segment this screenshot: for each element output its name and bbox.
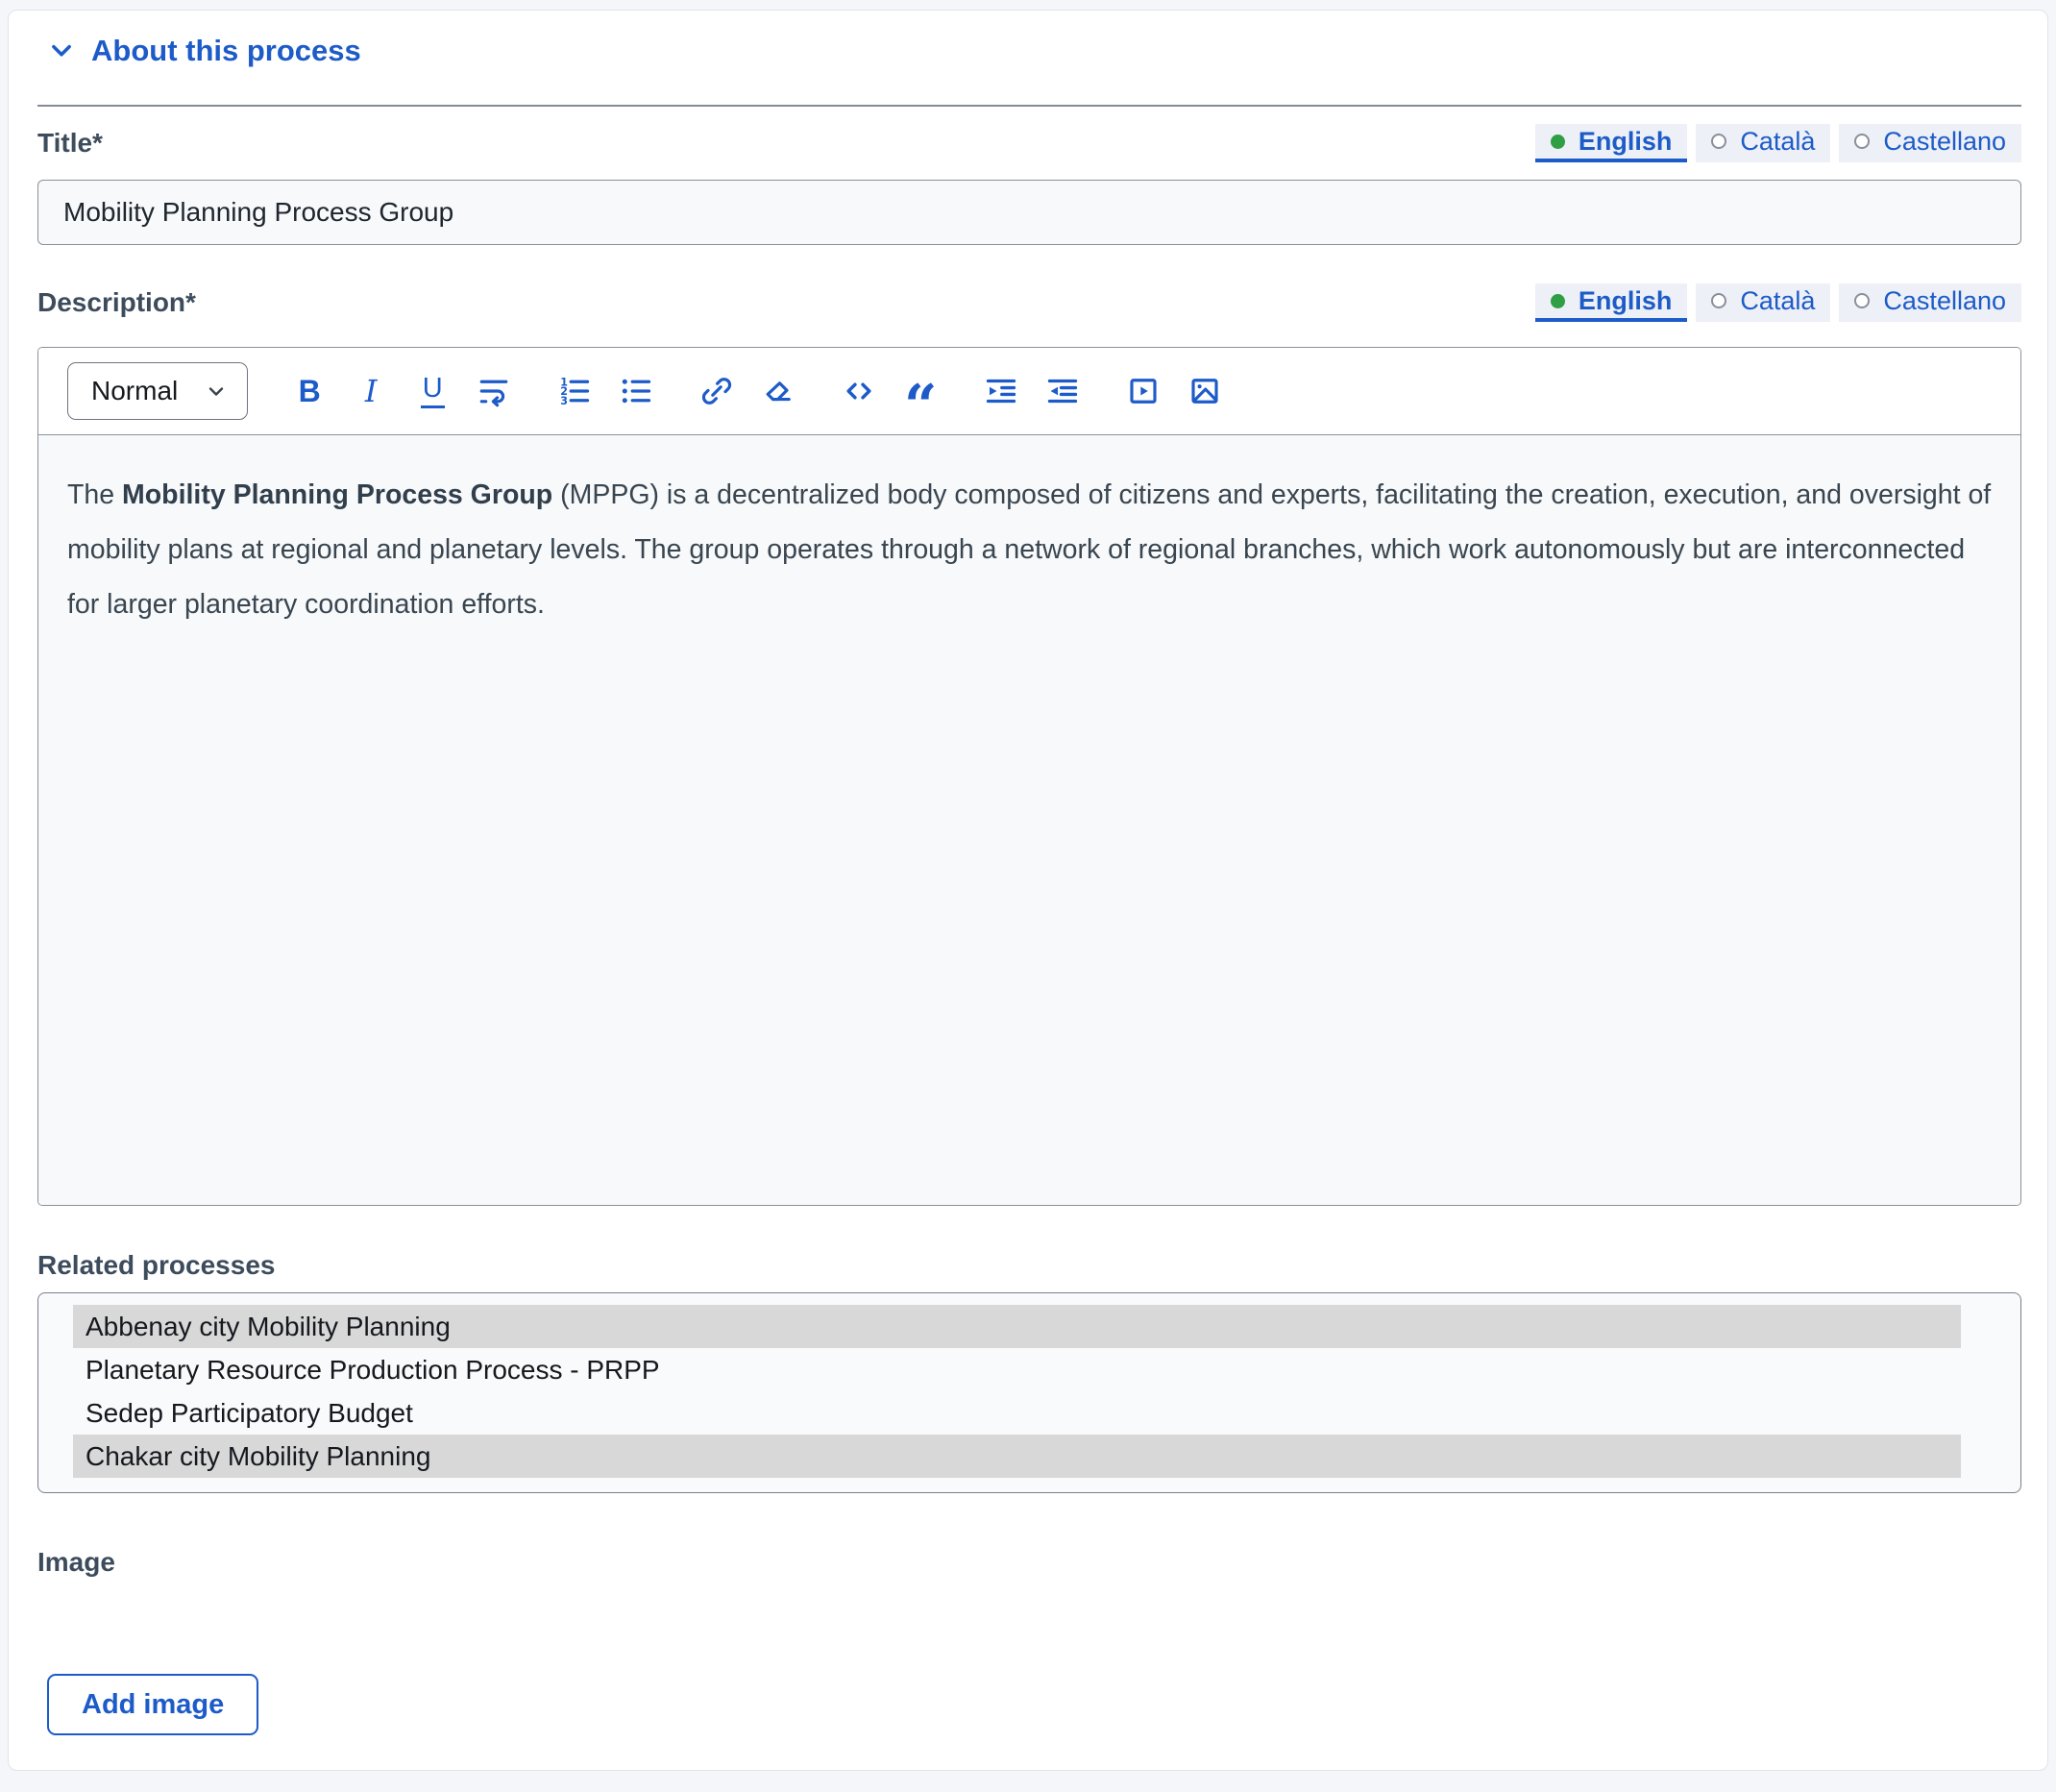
text-wrap-icon (479, 380, 508, 407)
radio-circle-icon (1854, 134, 1871, 149)
listbox-option[interactable]: Abbenay city Mobility Planning (73, 1305, 1961, 1348)
language-tabs-description: English Català Castellano (1534, 283, 2021, 322)
accordion-about-this-process[interactable]: About this process (47, 34, 361, 68)
toolbar-group-blocks: “ (840, 368, 940, 435)
chevron-down-icon (52, 44, 71, 57)
lang-tab-english[interactable]: English (1534, 283, 1688, 322)
bold-button[interactable]: B (290, 368, 329, 414)
title-label: Title* (37, 128, 103, 158)
italic-button[interactable]: I (352, 368, 390, 414)
video-icon (1130, 379, 1157, 404)
eraser-icon (766, 381, 792, 402)
paragraph-style-value: Normal (91, 376, 179, 405)
description-editor-content[interactable]: The Mobility Planning Process Group (MPP… (38, 434, 2020, 1205)
bold-icon: B (298, 373, 321, 408)
bullet-list-icon (622, 379, 651, 404)
blockquote-button[interactable]: “ (901, 368, 940, 435)
lang-tab-label: Català (1740, 126, 1816, 156)
image-button[interactable] (1186, 368, 1224, 414)
italic-icon: I (364, 373, 378, 409)
code-icon (846, 382, 871, 400)
toolbar-group-link (698, 368, 797, 414)
toolbar-group-media (1124, 368, 1224, 414)
code-button[interactable] (840, 368, 878, 414)
lang-tab-english[interactable]: English (1534, 124, 1688, 162)
image-label: Image (37, 1547, 115, 1577)
indent-icon (987, 379, 1016, 404)
link-button[interactable] (698, 368, 736, 414)
underline-icon: U (420, 373, 445, 408)
lang-tab-label: Castellano (1883, 126, 2006, 156)
clear-format-button[interactable] (759, 368, 797, 414)
active-language-dot-icon (1550, 293, 1565, 308)
ordered-list-button[interactable]: 1 2 3 (555, 368, 594, 414)
section-title: About this process (91, 34, 361, 67)
lang-tab-catala[interactable]: Català (1696, 283, 1831, 322)
toolbar-group-lists: 1 2 3 (555, 368, 655, 414)
about-process-card: About this process Title* English Català… (8, 10, 2048, 1771)
radio-circle-icon (1711, 293, 1727, 308)
radio-circle-icon (1854, 293, 1871, 308)
lang-tab-catala[interactable]: Català (1696, 124, 1831, 162)
related-processes-listbox: Abbenay city Mobility Planning Planetary… (37, 1292, 2021, 1493)
editor-toolbar: Normal B I U 1 2 3 “ (38, 348, 2020, 435)
listbox-option[interactable]: Sedep Participatory Budget (73, 1391, 1961, 1435)
description-label: Description* (37, 287, 196, 317)
description-paragraph: The Mobility Planning Process Group (MPP… (67, 479, 1992, 620)
svg-text:3: 3 (561, 395, 569, 407)
toolbar-group-indent (982, 368, 1082, 414)
rich-text-editor: Normal B I U 1 2 3 “ The Mobility Planni… (37, 347, 2021, 1206)
lang-tab-castellano[interactable]: Castellano (1839, 124, 2021, 162)
language-tabs-title: English Català Castellano (1534, 124, 2021, 162)
description-field-head: Description* English Català Castellano (37, 283, 2021, 322)
listbox-option[interactable]: Planetary Resource Production Process - … (73, 1348, 1961, 1391)
lang-tab-castellano[interactable]: Castellano (1839, 283, 2021, 322)
outdent-button[interactable] (1043, 368, 1082, 414)
toolbar-group-text-format: B I U (290, 368, 513, 414)
lang-tab-label: Català (1740, 285, 1816, 315)
add-image-button[interactable]: Add image (47, 1674, 259, 1735)
lang-tab-label: English (1578, 285, 1673, 315)
chevron-down-icon (209, 387, 224, 396)
bullet-list-button[interactable] (617, 368, 655, 414)
radio-circle-icon (1711, 134, 1727, 149)
title-field-head: Title* English Català Castellano (37, 124, 2021, 162)
image-icon (1191, 379, 1218, 404)
underline-button[interactable]: U (413, 368, 452, 414)
ordered-list-icon: 1 2 3 (561, 376, 590, 407)
paragraph-style-dropdown[interactable]: Normal (67, 362, 249, 420)
related-processes-label: Related processes (37, 1250, 276, 1280)
text-wrap-button[interactable] (475, 368, 513, 414)
active-language-dot-icon (1550, 134, 1565, 149)
title-input[interactable] (37, 180, 2021, 245)
lang-tab-label: Castellano (1883, 285, 2006, 315)
lang-tab-label: English (1578, 126, 1673, 156)
indent-button[interactable] (982, 368, 1020, 414)
listbox-option[interactable]: Chakar city Mobility Planning (73, 1435, 1961, 1478)
outdent-icon (1048, 379, 1078, 404)
video-button[interactable] (1124, 368, 1163, 414)
divider (37, 105, 2021, 107)
link-icon (702, 378, 732, 405)
